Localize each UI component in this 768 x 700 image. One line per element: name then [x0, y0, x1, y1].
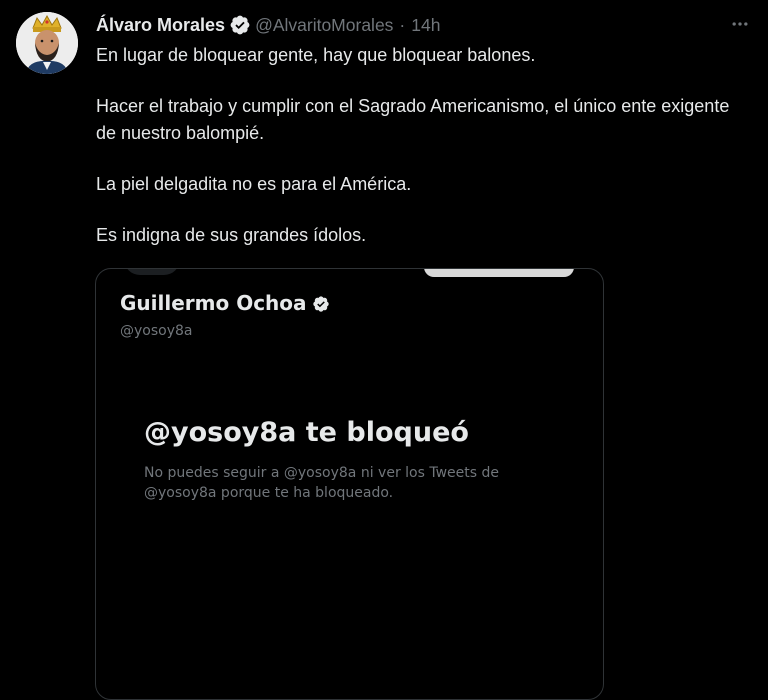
profile-avatar-edge — [124, 269, 180, 275]
more-horizontal-icon — [730, 14, 750, 39]
blocked-title: @yosoy8a te bloqueó — [144, 417, 469, 448]
tweet-paragraph: La piel delgadita no es para el América. — [96, 174, 412, 194]
blocked-profile-name-text: Guillermo Ochoa — [120, 291, 307, 315]
blocked-description: No puedes seguir a @yosoy8a ni ver los T… — [144, 465, 499, 501]
blocked-profile-name: Guillermo Ochoa — [120, 291, 330, 315]
verified-badge-icon — [312, 294, 330, 312]
author-avatar[interactable] — [16, 12, 78, 74]
tweet-paragraph: Es indigna de sus grandes ídolos. — [96, 225, 367, 245]
tweet-paragraph: Hacer el trabajo y cumplir con el Sagrad… — [96, 96, 730, 143]
separator-dot: · — [399, 14, 406, 35]
verified-badge-icon — [229, 14, 251, 36]
more-options-button[interactable] — [724, 10, 756, 42]
tweet-paragraph: En lugar de bloquear gente, hay que bloq… — [96, 45, 536, 65]
tweet-text: En lugar de bloquear gente, hay que bloq… — [96, 42, 746, 249]
author-handle[interactable]: @AlvaritoMorales — [255, 15, 393, 36]
follow-button-edge — [424, 269, 574, 277]
tweet-timestamp[interactable]: 14h — [411, 15, 440, 36]
attached-image[interactable]: Guillermo Ochoa @yosoy8a @yosoy8a te blo… — [95, 268, 604, 700]
tweet-header: Álvaro Morales @AlvaritoMorales · 14h — [96, 12, 440, 38]
author-display-name[interactable]: Álvaro Morales — [96, 15, 225, 36]
tweet[interactable]: Álvaro Morales @AlvaritoMorales · 14h En… — [0, 0, 768, 700]
blocked-profile-handle: @yosoy8a — [120, 323, 193, 339]
